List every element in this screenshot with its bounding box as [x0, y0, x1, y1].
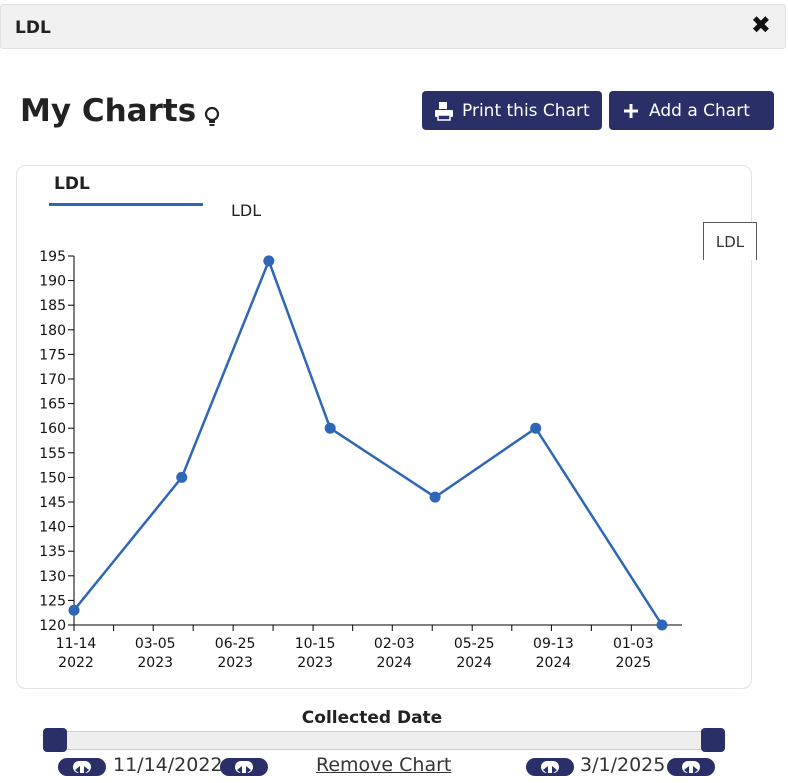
ldl-data-point	[68, 604, 80, 616]
y-tick-label: 145	[39, 495, 66, 511]
ldl-series-line	[73, 257, 664, 626]
start-date-forward-stepper[interactable]	[220, 758, 268, 776]
x-tick-label-year: 2024	[536, 655, 572, 671]
y-tick-label: 165	[39, 397, 66, 413]
y-tick-label: 150	[39, 470, 66, 486]
ldl-data-point	[429, 491, 441, 503]
ldl-data-point	[656, 619, 668, 631]
y-tick-label: 195	[39, 249, 66, 265]
y-tick-label: 120	[39, 618, 66, 634]
x-tick-label: 01-03	[613, 636, 654, 652]
x-tick-label: 10-15	[295, 636, 336, 652]
x-tick-label: 03-05	[135, 636, 176, 652]
y-tick-label: 170	[39, 372, 66, 388]
y-tick-label: 175	[39, 347, 66, 363]
y-tick-label: 180	[39, 323, 66, 339]
start-date-back-stepper[interactable]	[58, 758, 106, 776]
y-tick-label: 185	[39, 298, 66, 314]
y-tick-label: 135	[39, 544, 66, 560]
end-date: 3/1/2025	[580, 754, 666, 776]
ldl-data-point	[176, 471, 188, 483]
x-tick-label-year: 2023	[137, 655, 173, 671]
x-axis-title: Collected Date	[301, 708, 443, 728]
x-tick-label-year: 2022	[58, 655, 94, 671]
ldl-data-point	[263, 255, 275, 267]
y-tick-label: 140	[39, 520, 66, 536]
stepper-arrows-icon	[73, 761, 91, 774]
y-tick-label: 190	[39, 274, 66, 290]
slider-start-handle[interactable]	[43, 728, 67, 752]
x-tick-label-year: 2024	[376, 655, 412, 671]
x-tick-label: 06-25	[215, 636, 256, 652]
x-tick-label-year: 2025	[616, 655, 652, 671]
ldl-data-point	[324, 422, 336, 434]
x-tick-label: 05-25	[454, 636, 495, 652]
remove-chart-link[interactable]: Remove Chart	[316, 754, 451, 776]
stepper-arrows-icon	[235, 761, 253, 774]
date-range-slider[interactable]	[52, 731, 716, 750]
slider-end-handle[interactable]	[701, 728, 725, 752]
end-date-forward-stepper[interactable]	[667, 758, 715, 776]
y-tick-label: 130	[39, 569, 66, 585]
start-date: 11/14/2022	[113, 754, 223, 776]
x-tick-label: 09-13	[533, 636, 574, 652]
end-date-back-stepper[interactable]	[526, 758, 574, 776]
stepper-arrows-icon	[541, 761, 559, 774]
x-tick-label: 11-14	[56, 636, 97, 652]
x-tick-label-year: 2023	[217, 655, 253, 671]
x-tick-label: 02-03	[374, 636, 415, 652]
ldl-line-chart: 120 125 130 135 140 145 150 155 160 165 170 175 180 1…	[39, 249, 682, 671]
y-tick-label: 155	[39, 446, 66, 462]
x-tick-label-year: 2024	[456, 655, 492, 671]
y-tick-label: 125	[39, 593, 66, 609]
stepper-arrows-icon	[682, 761, 700, 774]
ldl-data-point	[530, 422, 542, 434]
x-tick-label-year: 2023	[297, 655, 333, 671]
y-tick-label: 160	[39, 421, 66, 437]
